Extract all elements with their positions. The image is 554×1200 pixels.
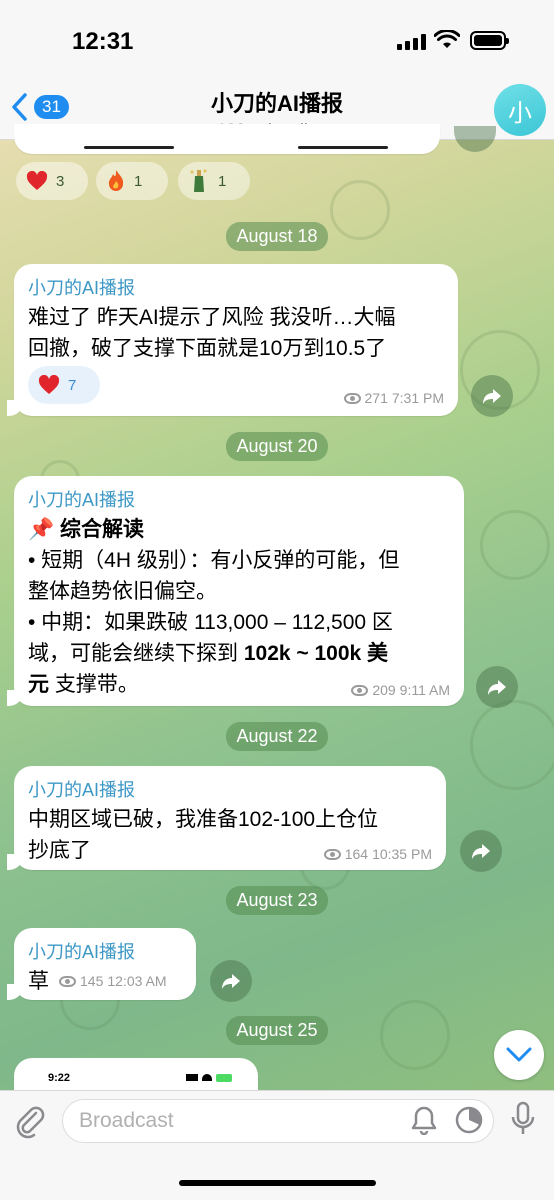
date-separator: August 20 [0, 432, 554, 461]
views-icon [323, 848, 341, 860]
message-meta: 145 12:03 AM [59, 966, 167, 997]
message-meta: 271 7:31 PM [343, 390, 444, 406]
view-count: 209 [372, 682, 396, 698]
message-time: 9:11 AM [399, 682, 450, 698]
chevron-down-icon [506, 1047, 532, 1062]
date-separator: August 25 [0, 1016, 554, 1045]
broadcast-input[interactable] [63, 1100, 363, 1142]
preview-time: 9:22 [48, 1072, 71, 1084]
channel-title: 小刀的AI播报 [210, 91, 343, 116]
status-bar: 12:31 [0, 0, 554, 80]
champagne-icon [190, 169, 207, 192]
date-separator: August 23 [0, 886, 554, 915]
view-count: 271 [364, 390, 388, 406]
channel-message[interactable]: 小刀的AI播报 难过了 昨天AI提示了风险 我没听…大幅 回撤，破了支撑下面就是… [7, 264, 458, 416]
reaction-count: 1 [134, 172, 143, 190]
share-arrow-icon [488, 680, 506, 695]
message-time: 12:03 AM [107, 973, 167, 989]
heart-icon [26, 171, 48, 190]
home-indicator [179, 1180, 376, 1186]
share-button[interactable] [471, 375, 513, 417]
channel-avatar[interactable]: 小 [494, 84, 546, 136]
date-separator: August 18 [0, 222, 554, 251]
fire-icon [108, 170, 124, 191]
share-arrow-icon [222, 974, 240, 989]
reaction-fire[interactable]: 1 [96, 162, 168, 200]
message-sender: 小刀的AI播报 [28, 278, 136, 298]
message-sender: 小刀的AI播报 [28, 780, 136, 800]
channel-message[interactable]: 小刀的AI播报 中期区域已破，我准备102-100上仓位 抄底了 164 10:… [7, 766, 446, 870]
preview-status-icons [186, 1074, 232, 1082]
share-arrow-icon [472, 844, 490, 859]
view-count: 145 [80, 973, 104, 989]
scroll-to-bottom-button[interactable] [494, 1030, 544, 1080]
clock: 12:31 [72, 28, 134, 55]
attach-icon[interactable] [12, 1103, 48, 1139]
share-button[interactable] [460, 830, 502, 872]
reaction-count: 7 [68, 376, 77, 394]
cellular-signal-icon [397, 34, 426, 50]
heart-icon [38, 375, 60, 394]
message-time: 10:35 PM [372, 846, 432, 862]
views-icon [343, 392, 361, 404]
message-meta: 164 10:35 PM [323, 846, 432, 862]
wifi-icon [434, 30, 460, 48]
date-separator: August 22 [0, 722, 554, 751]
microphone-icon[interactable] [508, 1101, 538, 1137]
share-button[interactable] [210, 960, 252, 1002]
views-icon [59, 976, 76, 987]
share-button[interactable] [476, 666, 518, 708]
battery-icon [470, 31, 509, 50]
reaction-champagne[interactable]: 1 [178, 162, 250, 200]
input-bar [0, 1090, 554, 1200]
message-text: 草 145 12:03 AM [28, 966, 182, 997]
view-count: 164 [344, 846, 369, 862]
message-sender: 小刀的AI播报 [28, 942, 136, 962]
channel-message[interactable]: 小刀的AI播报 📌 综合解读 • 短期（4H 级别）：有小反弹的可能，但 整体趋… [7, 476, 464, 706]
views-icon [351, 684, 369, 696]
reaction-count: 3 [56, 172, 65, 190]
pushpin-icon: 📌 [28, 518, 55, 541]
reaction-count: 1 [218, 172, 227, 190]
message-meta: 209 9:11 AM [351, 682, 450, 698]
reaction-heart[interactable]: 7 [28, 366, 100, 404]
reaction-heart[interactable]: 3 [16, 162, 88, 200]
channel-message[interactable]: 小刀的AI播报 草 145 12:03 AM [7, 928, 196, 1000]
share-arrow-icon [483, 389, 501, 404]
message-sender: 小刀的AI播报 [28, 490, 136, 510]
message-time: 7:31 PM [391, 390, 444, 406]
previous-message[interactable] [14, 124, 440, 154]
image-message-preview[interactable]: 9:22 [14, 1058, 258, 1090]
message-text: 难过了 昨天AI提示了风险 我没听…大幅 回撤，破了支撑下面就是10万到10.5… [28, 306, 396, 360]
message-text: 📌 综合解读 • 短期（4H 级别）：有小反弹的可能，但 整体趋势依旧偏空。 •… [28, 518, 400, 696]
bell-icon[interactable] [410, 1105, 438, 1135]
timer-icon[interactable] [454, 1105, 484, 1135]
